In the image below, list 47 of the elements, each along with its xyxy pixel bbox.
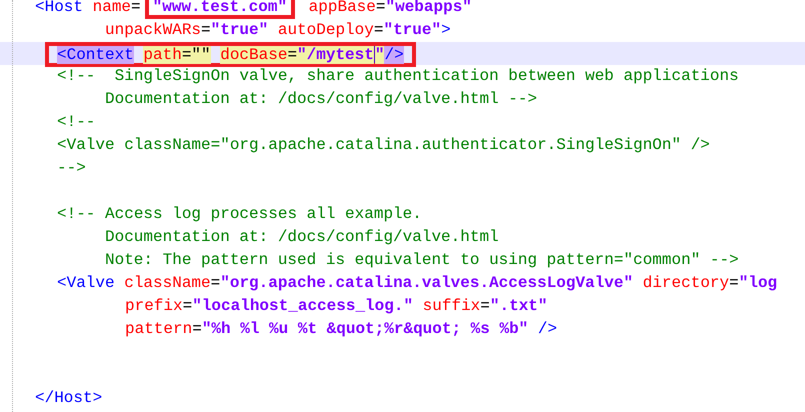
attribute-name: className xyxy=(123,274,211,292)
attribute-name: path xyxy=(143,46,182,64)
attribute-value: "true" xyxy=(210,21,268,39)
code-text: = xyxy=(192,320,202,338)
attribute-name: unpackWARs xyxy=(105,21,202,39)
code-comment: --> xyxy=(57,159,86,177)
xml-tag: /> xyxy=(528,320,558,338)
code-text: ="" xyxy=(182,46,211,64)
attribute-name: pattern xyxy=(125,320,192,338)
attribute-value: "%h %l %u %t &quot;%r&quot; %s %b" xyxy=(202,320,528,338)
attribute-name: docBase xyxy=(220,46,288,64)
xml-tag: /> xyxy=(384,46,404,64)
code-comment: <!-- SingleSignOn valve, share authentication between web applications xyxy=(57,67,739,85)
xml-tag: <Valve xyxy=(57,274,115,292)
code-comment: <!-- xyxy=(57,113,96,131)
attribute-value: ".txt" xyxy=(490,297,548,315)
code-text: = xyxy=(480,297,490,315)
attribute-value: "/mytest xyxy=(297,46,374,64)
code-text: = xyxy=(287,46,298,64)
code-text: = xyxy=(729,274,739,292)
xml-tag: <Context xyxy=(57,46,134,64)
code-text: = xyxy=(131,0,141,16)
attribute-value: "localhost_access_log." xyxy=(192,297,414,315)
attribute-value: " xyxy=(374,46,384,64)
attribute-name: appBase xyxy=(308,0,376,16)
code-comment: Documentation at: /docs/config/valve.html --> xyxy=(105,90,538,108)
attribute-name: autoDeploy xyxy=(276,21,374,39)
attribute-name: name xyxy=(92,0,132,16)
code-text: = xyxy=(376,0,386,16)
attribute-value: "true" xyxy=(383,21,442,39)
code-comment: Documentation at: /docs/config/valve.html xyxy=(105,228,499,246)
code-comment: Note: The pattern used is equivalent to using pattern="common" --> xyxy=(105,251,739,269)
attribute-value: "log xyxy=(738,274,778,292)
xml-tag: <Host xyxy=(35,0,84,16)
attribute-name: suffix xyxy=(422,297,480,315)
xml-tag: </Host> xyxy=(35,389,102,407)
attribute-value: "org.apache.catalina.valves.AccessLogValve" xyxy=(220,274,634,292)
text-caret xyxy=(374,46,375,63)
code-comment: <Valve className="org.apache.catalina.authenticator.SingleSignOn" /> xyxy=(57,136,710,154)
code-text: = xyxy=(182,297,192,315)
code-comment: <!-- Access log processes all example. xyxy=(57,205,422,223)
code-text: = xyxy=(201,21,211,39)
code-text: = xyxy=(374,21,384,39)
xml-tag: > xyxy=(441,21,451,39)
attribute-name: prefix xyxy=(125,297,183,315)
attribute-name: directory xyxy=(642,274,730,292)
code-text: = xyxy=(210,274,220,292)
